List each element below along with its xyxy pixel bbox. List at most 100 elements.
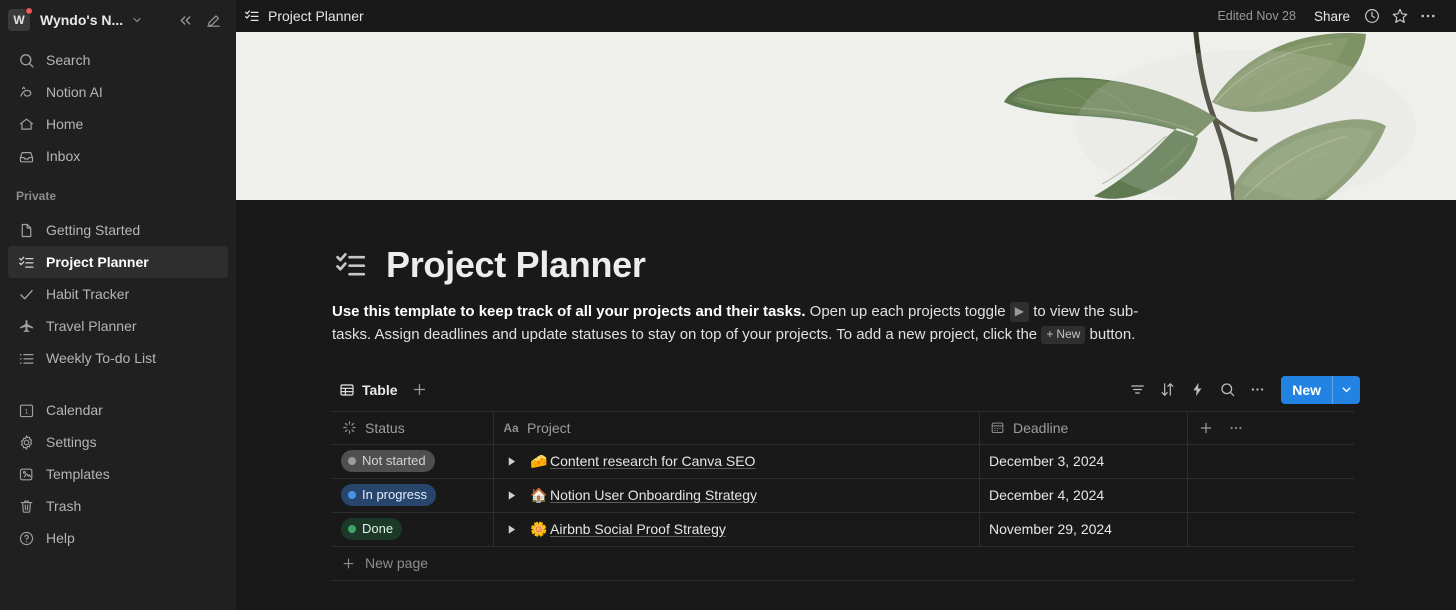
row-emoji: 🧀: [530, 452, 548, 469]
templates-icon: [16, 464, 36, 484]
status-pip: [348, 524, 356, 533]
sidebar-item-calendar[interactable]: 1 Calendar: [8, 394, 228, 426]
table-header-row: Status Aa Project Deadline: [332, 410, 1354, 445]
status-label: Not started: [362, 453, 426, 469]
tab-table-label: Table: [362, 381, 398, 398]
inline-new-chip: + New: [1041, 326, 1086, 345]
cell-deadline[interactable]: November 29, 2024: [980, 512, 1188, 546]
column-header-label: Status: [365, 419, 405, 436]
column-options-icon[interactable]: [1222, 415, 1250, 441]
cell-project[interactable]: 🏠 Notion User Onboarding Strategy: [494, 478, 980, 512]
status-badge: Done: [341, 518, 403, 540]
chevron-down-icon[interactable]: [125, 14, 149, 26]
sidebar-item-label: Habit Tracker: [46, 286, 130, 302]
sidebar-item-travel-planner[interactable]: Travel Planner: [8, 310, 228, 342]
add-view-icon[interactable]: [407, 377, 433, 403]
sidebar-item-inbox[interactable]: Inbox: [8, 140, 228, 172]
cell-status[interactable]: Not started: [332, 444, 494, 478]
clock-icon[interactable]: [1358, 2, 1386, 30]
toggle-right-arrow-icon[interactable]: [494, 490, 528, 501]
add-column-icon[interactable]: [1192, 415, 1220, 441]
ellipsis-icon[interactable]: [1414, 2, 1442, 30]
sidebar-item-label: Notion AI: [46, 84, 103, 100]
filter-icon[interactable]: [1123, 376, 1151, 404]
table-icon: [339, 382, 355, 398]
search-icon: [16, 50, 36, 70]
sidebar-item-project-planner[interactable]: Project Planner: [8, 246, 228, 278]
table-row[interactable]: Done 🌼 Airbnb Social Proof Strategy Nove…: [332, 512, 1354, 547]
page-cover-image[interactable]: [236, 32, 1456, 200]
row-title[interactable]: Content research for Canva SEO: [550, 453, 755, 469]
page-body: Project Planner Use this template to kee…: [236, 200, 1456, 610]
avatar: W: [8, 7, 33, 31]
sidebar-item-notion-ai[interactable]: Notion AI: [8, 76, 228, 108]
description-part-1: Open up each projects toggle: [805, 303, 1010, 320]
new-page-row[interactable]: New page: [332, 547, 1354, 581]
checklist-icon[interactable]: [332, 246, 370, 284]
sidebar-divider-gap: [0, 374, 236, 390]
sidebar-item-settings[interactable]: Settings: [8, 426, 228, 458]
sidebar-item-habit-tracker[interactable]: Habit Tracker: [8, 278, 228, 310]
inline-toggle-chip: ▶: [1009, 302, 1030, 322]
row-title[interactable]: Airbnb Social Proof Strategy: [550, 521, 726, 537]
notification-dot: [25, 7, 33, 15]
sidebar-top-nav: Search Notion AI Home Inbox: [0, 40, 236, 172]
automation-lightning-icon[interactable]: [1183, 376, 1211, 404]
share-button[interactable]: Share: [1306, 5, 1358, 28]
plus-icon: [341, 556, 356, 571]
cell-deadline[interactable]: December 4, 2024: [980, 478, 1188, 512]
sidebar-item-label: Help: [46, 530, 75, 546]
cell-deadline[interactable]: December 3, 2024: [980, 444, 1188, 478]
cell-empty: [1188, 445, 1354, 478]
tab-table-view[interactable]: Table: [332, 378, 405, 402]
sidebar-item-templates[interactable]: Templates: [8, 458, 228, 490]
star-icon[interactable]: [1386, 2, 1414, 30]
database-toolbar: Table New: [332, 373, 1360, 407]
cell-status[interactable]: In progress: [332, 478, 494, 512]
sidebar-item-trash[interactable]: Trash: [8, 490, 228, 522]
sidebar-item-home[interactable]: Home: [8, 108, 228, 140]
column-header-status[interactable]: Status: [332, 411, 494, 444]
cell-project[interactable]: 🧀 Content research for Canva SEO: [494, 444, 980, 478]
chevron-down-icon[interactable]: [1333, 376, 1360, 404]
new-button[interactable]: New: [1281, 376, 1332, 404]
page-title[interactable]: Project Planner: [386, 244, 646, 286]
column-header-label: Project: [527, 419, 571, 436]
status-pip: [348, 490, 356, 499]
description-part-3: button.: [1085, 326, 1136, 344]
notion-ai-icon: [16, 82, 36, 102]
workspace-header[interactable]: W Wyndo's N...: [0, 0, 236, 40]
table-row[interactable]: In progress 🏠 Notion User Onboarding Str…: [332, 478, 1354, 513]
column-header-project[interactable]: Aa Project: [494, 411, 980, 444]
sidebar-item-help[interactable]: Help: [8, 522, 228, 554]
workspace-name[interactable]: Wyndo's N...: [40, 12, 123, 28]
sidebar-item-weekly-todo-list[interactable]: Weekly To-do List: [8, 342, 228, 374]
search-icon[interactable]: [1213, 376, 1241, 404]
ellipsis-icon[interactable]: [1243, 376, 1271, 404]
breadcrumb[interactable]: Project Planner: [236, 5, 372, 27]
toggle-right-arrow-icon[interactable]: [494, 524, 528, 535]
title-aa-icon: Aa: [503, 420, 519, 435]
inline-new-chip-label: New: [1056, 327, 1081, 342]
sidebar-item-label: Trash: [46, 498, 82, 514]
sidebar-item-label: Templates: [46, 466, 110, 482]
new-page-edit-icon[interactable]: [200, 7, 226, 33]
cell-status[interactable]: Done: [332, 512, 494, 546]
plus-icon: +: [1046, 327, 1054, 342]
status-label: Done: [362, 521, 394, 537]
sidebar-item-getting-started[interactable]: Getting Started: [8, 214, 228, 246]
sort-icon[interactable]: [1153, 376, 1181, 404]
table-row[interactable]: Not started 🧀 Content research for Canva…: [332, 444, 1354, 479]
page-description[interactable]: Use this template to keep track of all y…: [332, 300, 1140, 347]
toggle-right-arrow-icon[interactable]: [494, 456, 528, 467]
sidebar-item-search[interactable]: Search: [8, 44, 228, 76]
row-emoji: 🏠: [530, 486, 548, 503]
collapse-sidebar-icon[interactable]: [172, 7, 198, 33]
new-button-group[interactable]: New: [1281, 375, 1360, 404]
breadcrumb-label: Project Planner: [268, 8, 364, 24]
cell-project[interactable]: 🌼 Airbnb Social Proof Strategy: [494, 512, 980, 546]
row-title[interactable]: Notion User Onboarding Strategy: [550, 487, 757, 503]
column-header-deadline[interactable]: Deadline: [980, 411, 1188, 444]
list-icon: [16, 348, 36, 368]
main-content: Project Planner Edited Nov 28 Share Proj…: [236, 0, 1456, 610]
